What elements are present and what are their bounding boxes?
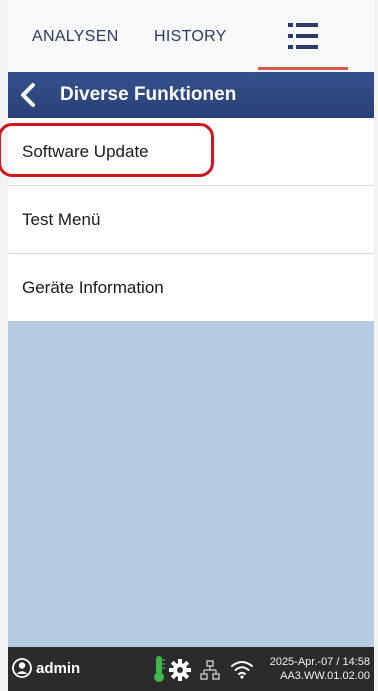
thermometer-icon [154,656,165,682]
device-frame-left [0,0,8,691]
tab-history[interactable]: HISTORY [154,22,244,52]
function-list: Software Update Test Menü Geräte Informa… [0,118,374,322]
status-bar: admin 2025-Apr.-07 / 14:58 AA3.WW.01.02.… [8,647,374,691]
screen: ANALYSEN HISTORY Diverse Funktionen Soft… [0,0,374,691]
list-item-device-information[interactable]: Geräte Information [8,254,374,322]
user-icon[interactable] [12,658,32,678]
wifi-icon [231,661,253,679]
list-item-label: Geräte Information [22,278,164,297]
chevron-left-icon [21,83,35,107]
tab-bar: ANALYSEN HISTORY [8,0,374,72]
status-date-time: 2025-Apr.-07 / 14:58 [269,656,370,668]
list-item-label: Test Menü [22,210,101,229]
menu-list-icon [288,23,318,49]
network-icon [200,660,220,680]
active-tab-indicator [258,67,348,70]
tab-menu[interactable] [258,0,348,72]
empty-content-area [8,321,374,647]
tab-analysen[interactable]: ANALYSEN [32,22,142,52]
list-item-label: Software Update [22,142,149,161]
back-button[interactable] [12,78,46,112]
device-frame-right [374,0,378,691]
gear-icon[interactable] [168,658,192,682]
list-item-test-menu[interactable]: Test Menü [8,186,374,254]
page-header: Diverse Funktionen [8,72,374,118]
page-title: Diverse Funktionen [60,84,237,105]
user-name: admin [36,660,81,677]
status-version: AA3.WW.01.02.00 [280,670,370,682]
list-item-software-update[interactable]: Software Update [0,118,374,186]
